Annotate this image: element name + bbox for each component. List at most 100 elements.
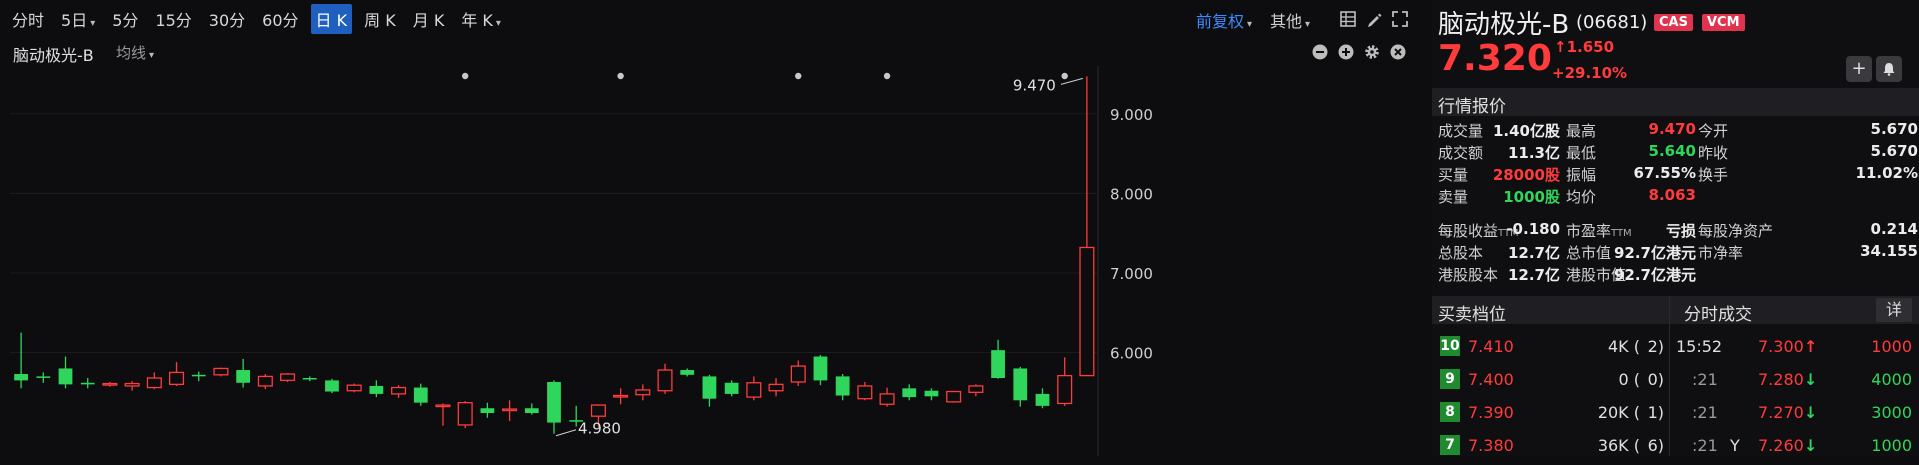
candle-body-down [302, 378, 317, 380]
event-marker-dot [795, 72, 802, 80]
quote-value: 5.670 [1870, 120, 1918, 138]
quote-label: 均价 [1566, 188, 1597, 206]
candle-body-up [102, 382, 118, 386]
stats-label: 每股净资产 [1698, 220, 1773, 241]
stats-label: 市净率 [1698, 242, 1743, 263]
stats-value: 92.7亿港元 [1613, 244, 1696, 262]
ma-select[interactable]: 均线 ▾ [116, 42, 154, 63]
stats-value: 92.7亿港元 [1613, 266, 1696, 284]
stats-label-text: 市盈率 [1566, 222, 1612, 240]
period-tab[interactable]: 60分 [257, 4, 303, 34]
candle-body-up [1079, 246, 1095, 377]
stats-value: 12.7亿 [1507, 244, 1560, 262]
bid-level-badge: 10 [1440, 336, 1460, 356]
detail-button[interactable]: 详 [1876, 298, 1912, 322]
period-tab-label: 30分 [208, 11, 246, 30]
candle-body-up [457, 402, 473, 426]
candle-body-down [1035, 393, 1050, 406]
price-change: ↑1.650 [1554, 38, 1615, 56]
quote-value: 1000股 [1503, 188, 1560, 206]
book-price: 7.390 [1468, 403, 1514, 422]
close-icon[interactable] [1390, 44, 1406, 60]
order-book-row[interactable]: 8 7.390 20K (1) [1432, 396, 1669, 432]
order-book-row[interactable]: 7 7.380 36K (6) [1432, 429, 1669, 465]
quote-value: 67.55% [1633, 164, 1696, 182]
candle-body-down [702, 376, 717, 399]
expand-icon[interactable] [1392, 11, 1408, 27]
high-pointer [1060, 77, 1084, 85]
quote-row: 卖量 1000股 均价 8.063 [1432, 186, 1919, 212]
pencil-icon[interactable] [1366, 11, 1382, 27]
book-price: 7.380 [1468, 436, 1514, 455]
book-qty: 4K ( [1608, 337, 1640, 356]
gear-icon[interactable] [1364, 44, 1380, 60]
candle-body-down [36, 376, 51, 378]
plus-icon[interactable] [1338, 44, 1354, 60]
period-tab-label: 日 K [315, 11, 348, 30]
book-divider [1669, 296, 1670, 456]
candlestick-chart[interactable]: 9.000 8.000 7.000 6.000 9.470 4.980 [10, 66, 1414, 456]
stats-value: 12.7亿 [1507, 266, 1560, 284]
candle-body-down [413, 387, 428, 403]
quote-label: 成交量 [1438, 122, 1484, 140]
book-price: 7.400 [1468, 370, 1514, 389]
candle-body-up [746, 382, 762, 398]
trade-row: 15:52 7.300 ↑ 1000 [1674, 330, 1919, 366]
other-menu[interactable]: 其他 ▾ [1270, 8, 1310, 32]
trade-row: :21 7.280 ↓ 4000 [1674, 363, 1919, 399]
trade-time: :21 [1692, 436, 1718, 455]
quote-label: 买量 [1438, 166, 1469, 184]
alert-button[interactable] [1876, 56, 1902, 82]
period-tab[interactable]: 日 K [310, 4, 353, 34]
period-tab[interactable]: 15分 [150, 4, 196, 34]
book-qty: 0 ( [1618, 370, 1640, 389]
trade-qty: 4000 [1871, 370, 1912, 389]
trade-row: :21 Y 7.260 ↓ 1000 [1674, 429, 1919, 465]
chart-stock-name: 脑动极光-B [13, 46, 94, 65]
period-tab-label: 周 K [364, 11, 396, 30]
chevron-down-icon: ▾ [495, 18, 501, 29]
adjust-select[interactable]: 前复权 ▾ [1196, 8, 1252, 32]
candle-body-down [80, 382, 95, 385]
period-tab[interactable]: 5日 ▾ [56, 4, 100, 34]
candle-body-down [524, 408, 539, 414]
quote-label: 昨收 [1698, 144, 1729, 162]
quote-label: 振幅 [1566, 166, 1597, 184]
quote-label: 换手 [1698, 166, 1729, 184]
candle-body-up [635, 389, 651, 396]
grid-icon[interactable] [1340, 11, 1356, 27]
price-change-pct: +29.10% [1552, 64, 1628, 82]
candle-body-down [480, 408, 495, 414]
stats-value: 34.155 [1860, 242, 1918, 260]
trade-time: 15:52 [1676, 337, 1723, 356]
candle-body-up [257, 375, 273, 387]
chevron-down-icon: ▾ [149, 50, 155, 61]
period-tab[interactable]: 周 K [359, 4, 401, 34]
trade-price: 7.300 [1758, 337, 1804, 356]
minus-icon[interactable] [1312, 44, 1328, 60]
trade-row: :21 7.270 ↓ 3000 [1674, 396, 1919, 432]
period-tab[interactable]: 年 K ▾ [456, 4, 506, 34]
candle-body-up [168, 371, 185, 386]
quote-label: 今开 [1698, 122, 1729, 140]
add-watchlist-button[interactable]: + [1846, 56, 1872, 82]
order-book-row[interactable]: 10 7.410 4K (2) [1432, 330, 1669, 366]
trades-header-label: 分时成交 [1684, 305, 1752, 325]
candle-body-down [991, 350, 1005, 378]
period-tab[interactable]: 30分 [204, 4, 250, 34]
book-orders: 2) [1647, 337, 1664, 356]
pane-divider[interactable] [1414, 0, 1432, 456]
candle-body-down [58, 368, 73, 385]
period-tab[interactable]: 5分 [107, 4, 143, 34]
candle-body-up [657, 369, 673, 392]
period-tab[interactable]: 月 K [408, 4, 450, 34]
stats-row: 港股股本 12.7亿 港股市值 92.7亿港元 [1432, 264, 1919, 290]
y-tick-label: 8.000 [1110, 185, 1153, 203]
candle-body-up [124, 382, 140, 387]
order-book-row[interactable]: 9 7.400 0 (0) [1432, 363, 1669, 399]
stats-label-text: 市净率 [1698, 244, 1744, 262]
period-tab[interactable]: 分时 [7, 4, 49, 34]
candle-body-up [213, 367, 229, 376]
trade-time: :21 [1692, 403, 1718, 422]
quote-value: 5.670 [1870, 142, 1918, 160]
